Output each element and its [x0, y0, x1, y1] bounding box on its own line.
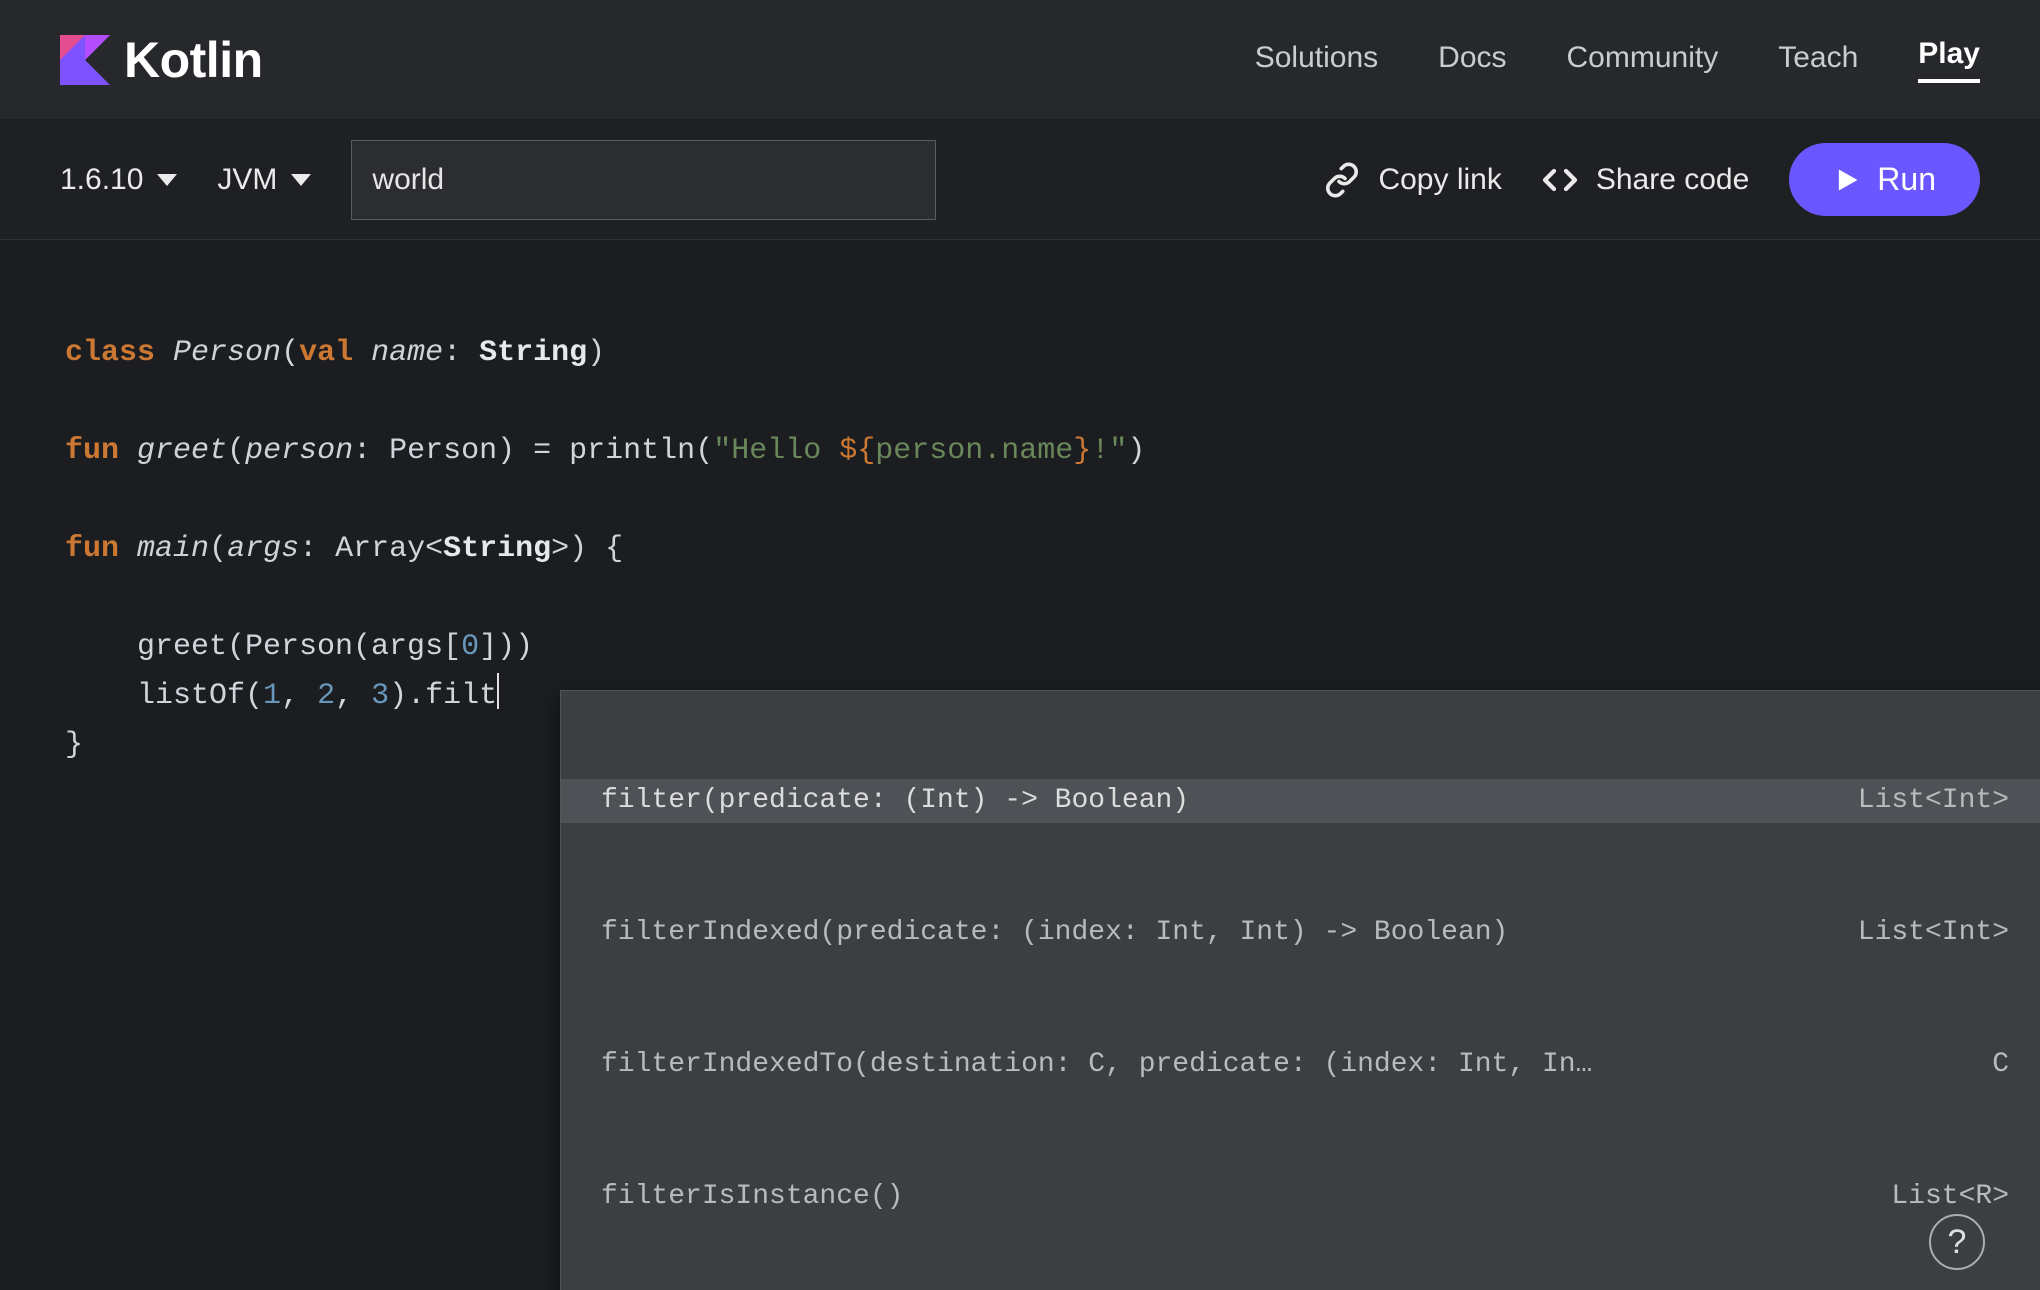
autocomplete-signature: filter(predicate: (Int) -> Boolean) — [601, 779, 1189, 823]
link-icon — [1324, 162, 1360, 198]
autocomplete-return-type: List<R> — [1861, 1175, 2009, 1219]
autocomplete-signature: filterIsInstance() — [601, 1175, 903, 1219]
nav-solutions[interactable]: Solutions — [1255, 41, 1378, 79]
help-label: ? — [1948, 1223, 1967, 1262]
caret-down-icon — [291, 174, 311, 186]
code-line-1: class Person(val name: String) — [65, 336, 605, 370]
autocomplete-item[interactable]: filter(predicate: (Int) -> Boolean) List… — [561, 779, 2040, 823]
code-line-5: listOf(1, 2, 3).filt — [65, 679, 499, 713]
autocomplete-item[interactable]: filterIndexedTo(destination: C, predicat… — [561, 1043, 2040, 1087]
code-line-6: } — [65, 728, 83, 762]
version-dropdown[interactable]: 1.6.10 — [60, 163, 177, 197]
autocomplete-signature: filterIndexedTo(destination: C, predicat… — [601, 1043, 1592, 1087]
share-code-label: Share code — [1596, 163, 1749, 197]
autocomplete-item[interactable]: filterIsInstance() List<R> — [561, 1175, 2040, 1219]
version-label: 1.6.10 — [60, 163, 143, 197]
kotlin-logo-icon — [60, 35, 110, 85]
help-button[interactable]: ? — [1929, 1214, 1985, 1270]
play-icon — [1833, 166, 1861, 194]
code-icon — [1542, 162, 1578, 198]
code-line-4: greet(Person(args[0])) — [65, 630, 533, 664]
run-button[interactable]: Run — [1789, 143, 1980, 216]
share-code-button[interactable]: Share code — [1542, 162, 1749, 198]
nav-links: Solutions Docs Community Teach Play — [1255, 37, 1980, 83]
autocomplete-return-type: C — [1962, 1043, 2009, 1087]
copy-link-label: Copy link — [1378, 163, 1501, 197]
target-dropdown[interactable]: JVM — [217, 163, 311, 197]
brand-name: Kotlin — [124, 31, 263, 89]
target-label: JVM — [217, 163, 277, 197]
code-line-2: fun greet(person: Person) = println("Hel… — [65, 434, 1145, 468]
caret-down-icon — [157, 174, 177, 186]
copy-link-button[interactable]: Copy link — [1324, 162, 1501, 198]
nav-community[interactable]: Community — [1567, 41, 1719, 79]
code-line-3: fun main(args: Array<String>) { — [65, 532, 623, 566]
autocomplete-signature: filterIndexed(predicate: (index: Int, In… — [601, 911, 1508, 955]
code-editor[interactable]: class Person(val name: String) fun greet… — [0, 240, 2040, 957]
top-nav: Kotlin Solutions Docs Community Teach Pl… — [0, 0, 2040, 120]
playground-toolbar: 1.6.10 JVM Copy link Share code Run — [0, 120, 2040, 240]
text-cursor — [497, 673, 499, 709]
run-label: Run — [1877, 161, 1936, 198]
program-args-input[interactable] — [351, 140, 936, 220]
brand-logo[interactable]: Kotlin — [60, 31, 263, 89]
autocomplete-item[interactable]: filterIndexed(predicate: (index: Int, In… — [561, 911, 2040, 955]
autocomplete-return-type: List<Int> — [1828, 779, 2009, 823]
nav-teach[interactable]: Teach — [1778, 41, 1858, 79]
nav-docs[interactable]: Docs — [1438, 41, 1506, 79]
autocomplete-return-type: List<Int> — [1828, 911, 2009, 955]
nav-play[interactable]: Play — [1918, 37, 1980, 83]
autocomplete-popup: filter(predicate: (Int) -> Boolean) List… — [560, 690, 2040, 1290]
